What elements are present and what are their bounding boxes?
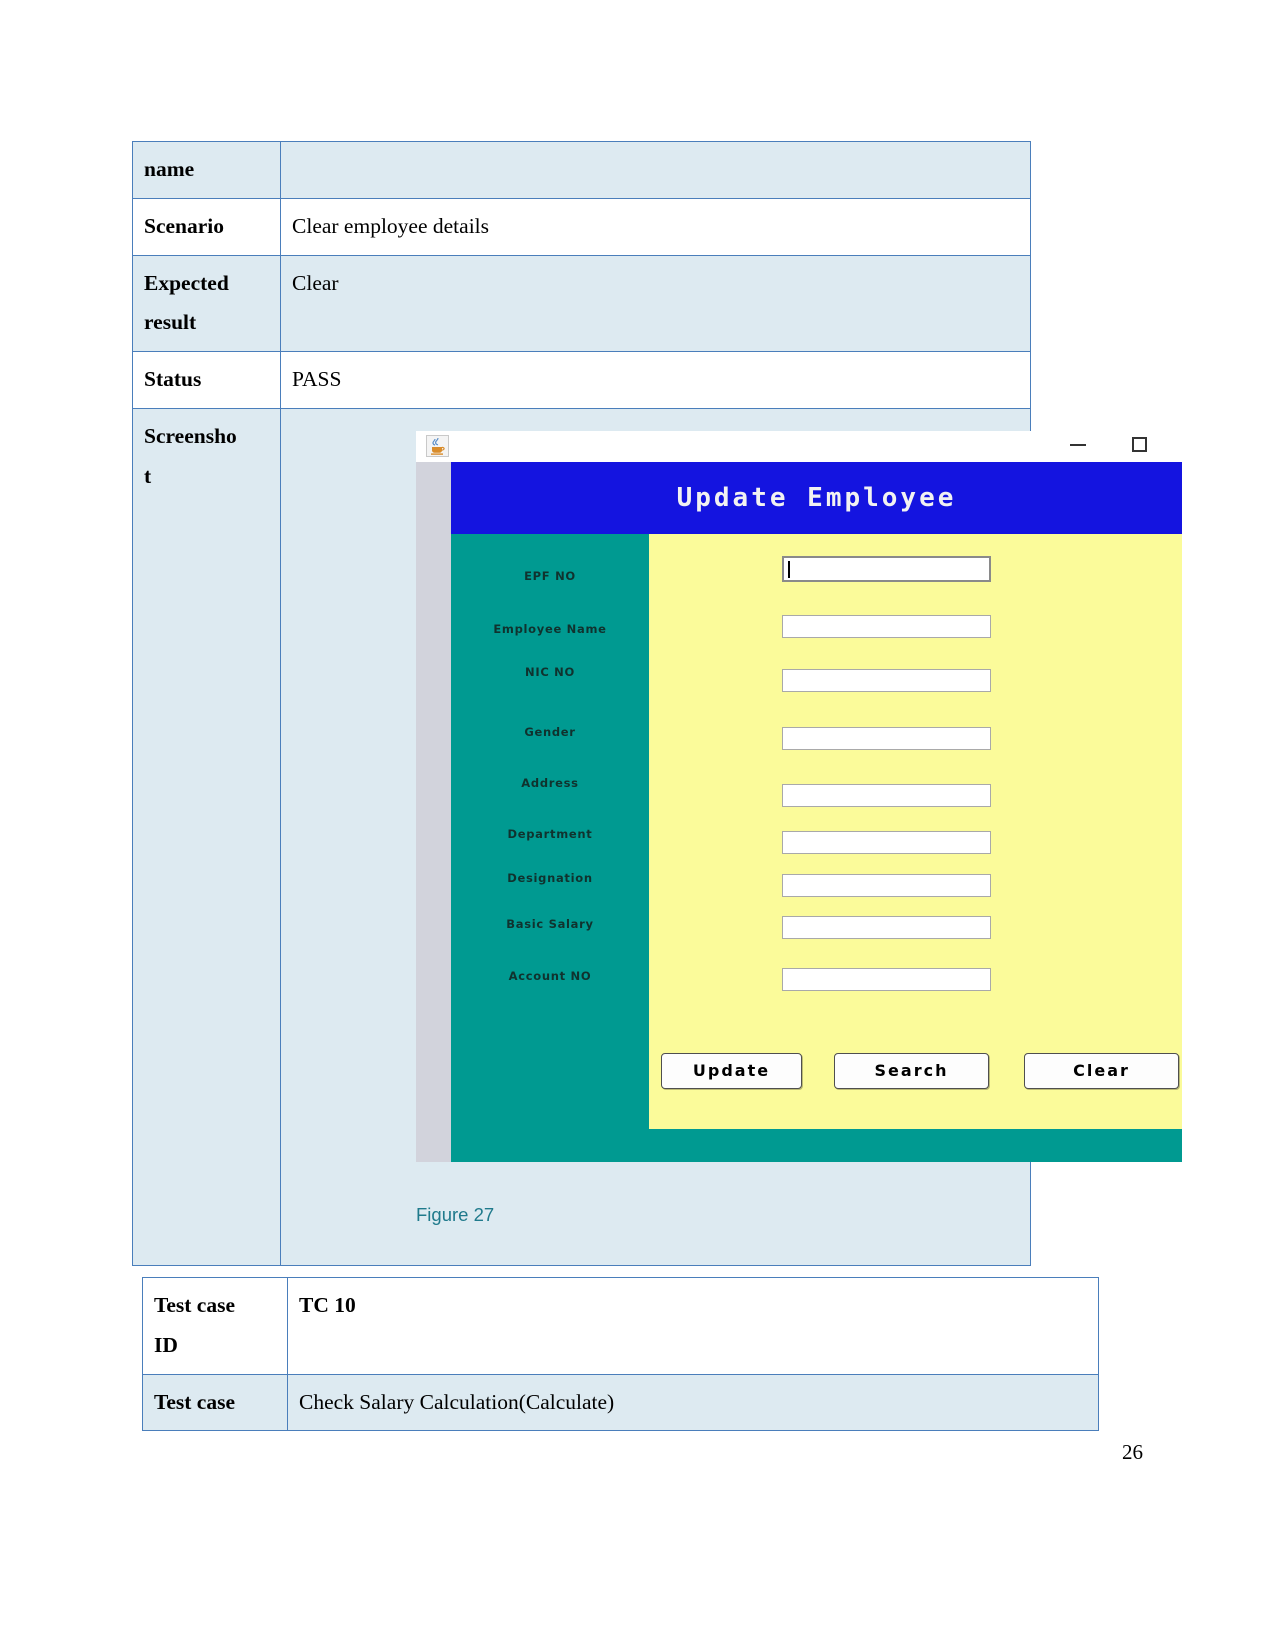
text-caret	[788, 560, 790, 578]
table-row: Screensho t Update Employee EPF NO Emplo…	[132, 407, 1182, 1266]
employee-form: EPF NO Employee Name NIC NO Gender Addre…	[451, 533, 1182, 1129]
page-number: 26	[1122, 1440, 1143, 1464]
row-value-expected-result: Clear	[280, 254, 1031, 353]
row-label-status: Status	[132, 351, 281, 409]
table-row: Status PASS	[132, 351, 1031, 409]
window-body: Update Employee EPF NO Employee Name NIC…	[416, 461, 1182, 1162]
row-label-test-case: Test case	[142, 1373, 288, 1432]
document-page: name Scenario Clear employee details Exp…	[0, 0, 1275, 1651]
row-value-name	[280, 141, 1031, 199]
window-titlebar	[416, 430, 1182, 463]
table-row: Test case ID TC 10	[142, 1277, 1099, 1375]
row-label-name: name	[132, 141, 281, 199]
minimize-icon[interactable]	[1070, 443, 1086, 446]
label-employee-name: Employee Name	[493, 621, 607, 636]
row-value-screenshot: Update Employee EPF NO Employee Name NIC…	[280, 407, 1182, 1266]
form-label-panel: EPF NO Employee Name NIC NO Gender Addre…	[451, 533, 649, 1129]
label-address: Address	[521, 775, 579, 790]
label-epf-no: EPF NO	[524, 568, 576, 583]
expected-result-line1: Expected	[144, 270, 229, 295]
row-label-expected-result: Expected result	[132, 254, 281, 353]
row-label-scenario: Scenario	[132, 197, 281, 256]
label-gender: Gender	[524, 724, 576, 739]
screenshot-line1: Screensho	[144, 423, 237, 448]
row-label-screenshot: Screensho t	[132, 407, 281, 1266]
input-designation[interactable]	[782, 873, 991, 897]
form-input-panel: Update Search Clear	[649, 533, 1182, 1129]
row-value-scenario: Clear employee details	[280, 197, 1031, 256]
test-case-id-line2: ID	[154, 1332, 178, 1357]
input-address[interactable]	[782, 783, 991, 807]
test-case-table-lower: Test case ID TC 10 Test case Check Salar…	[142, 1277, 1099, 1432]
label-designation: Designation	[507, 870, 593, 885]
row-value-test-case-id: TC 10	[287, 1277, 1099, 1375]
expected-result-line2: result	[144, 310, 197, 335]
label-department: Department	[507, 826, 593, 841]
search-button[interactable]: Search	[834, 1052, 989, 1089]
screenshot-line2: t	[144, 463, 152, 488]
java-application-window: Update Employee EPF NO Employee Name NIC…	[416, 430, 1182, 1162]
app-header: Update Employee	[451, 461, 1182, 534]
input-employee-name[interactable]	[782, 614, 991, 638]
row-value-status: PASS	[280, 351, 1031, 409]
label-basic-salary: Basic Salary	[506, 916, 594, 931]
row-label-test-case-id: Test case ID	[142, 1277, 288, 1375]
input-department[interactable]	[782, 830, 991, 854]
table-row: name	[132, 141, 1031, 199]
test-case-table-upper: name Scenario Clear employee details Exp…	[132, 141, 1182, 1266]
clear-button[interactable]: Clear	[1024, 1052, 1179, 1089]
label-account-no: Account NO	[508, 968, 592, 983]
label-nic-no: NIC NO	[525, 664, 575, 679]
table-row: Scenario Clear employee details	[132, 197, 1031, 256]
maximize-icon[interactable]	[1132, 436, 1147, 452]
input-account-no[interactable]	[782, 967, 991, 991]
app-title: Update Employee	[676, 482, 957, 513]
test-case-id-line1: Test case	[154, 1293, 236, 1317]
java-cup-icon	[426, 434, 449, 457]
input-basic-salary[interactable]	[782, 915, 991, 939]
input-epf-no[interactable]	[782, 555, 991, 582]
row-value-test-case: Check Salary Calculation(Calculate)	[287, 1373, 1099, 1432]
window-content: Update Employee EPF NO Employee Name NIC…	[451, 461, 1182, 1162]
update-button[interactable]: Update	[661, 1052, 802, 1089]
table-row: Expected result Clear	[132, 254, 1031, 353]
figure-caption: Figure 27	[416, 1203, 495, 1225]
table-row: Test case Check Salary Calculation(Calcu…	[142, 1373, 1099, 1432]
input-gender[interactable]	[782, 726, 991, 750]
input-nic-no[interactable]	[782, 668, 991, 692]
